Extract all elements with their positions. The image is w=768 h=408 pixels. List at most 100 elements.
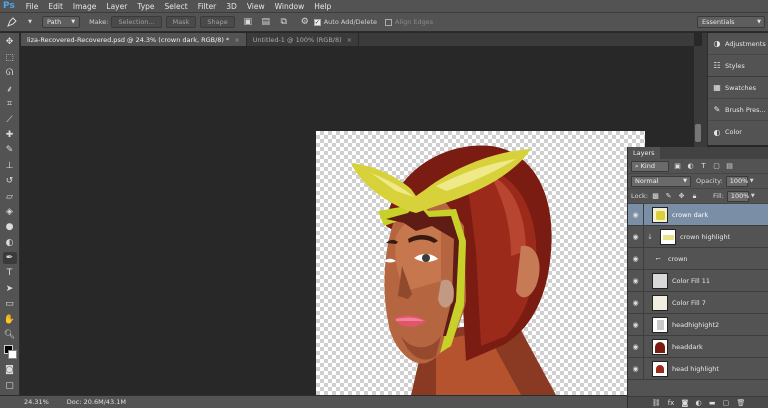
fill-input[interactable]: 100%	[726, 190, 749, 202]
crop-tool-icon[interactable]: ⌗	[3, 98, 17, 110]
shape-tool-icon[interactable]: ▭	[3, 298, 17, 310]
make-shape-button[interactable]: Shape	[200, 16, 235, 28]
path-icon: ⌐	[655, 254, 661, 263]
panel-brush-presets[interactable]: ✎ Brush Pres...	[708, 99, 768, 121]
menu-layer[interactable]: Layer	[101, 2, 132, 11]
layer-row[interactable]: ◉ Color Fill 11	[628, 270, 768, 292]
lock-all-icon[interactable]: 🔒︎	[690, 192, 699, 201]
eye-icon[interactable]: ◉	[628, 248, 644, 269]
pen-mode-select[interactable]: Path ▼	[42, 16, 81, 28]
color-swatches-icon[interactable]	[3, 344, 17, 361]
layer-style-icon[interactable]: fx	[668, 399, 675, 407]
history-brush-tool-icon[interactable]: ↺	[3, 175, 17, 187]
eye-icon[interactable]: ◉	[628, 314, 644, 335]
layer-row[interactable]: ◉ Color Fill 7	[628, 292, 768, 314]
menu-image[interactable]: Image	[68, 2, 102, 11]
marquee-tool-icon[interactable]: ⬚	[3, 51, 17, 63]
menu-help[interactable]: Help	[309, 2, 336, 11]
auto-add-delete-checkbox[interactable]: ✓	[313, 18, 321, 26]
quick-select-tool-icon[interactable]: ⸙	[3, 82, 17, 95]
quick-mask-icon[interactable]: ◙	[3, 364, 17, 376]
menu-view[interactable]: View	[242, 2, 270, 11]
zoom-tool-icon[interactable]: 🔍︎	[3, 329, 17, 341]
add-mask-icon[interactable]: ◙	[682, 399, 689, 407]
link-layers-icon[interactable]: ⛓	[652, 399, 661, 407]
new-group-icon[interactable]: ▬	[709, 399, 716, 407]
panel-swatches[interactable]: ▦ Swatches	[708, 77, 768, 99]
pen-icon[interactable]	[6, 16, 18, 28]
blur-tool-icon[interactable]: ●	[3, 221, 17, 233]
workspace-select[interactable]: Essentials ▼	[697, 16, 765, 28]
make-selection-button[interactable]: Selection...	[111, 16, 162, 28]
lock-pixels-icon[interactable]: ✎	[664, 192, 673, 201]
new-layer-icon[interactable]: ▢	[723, 399, 730, 407]
adjustment-filter-icon[interactable]: ◐	[686, 162, 695, 171]
panel-color[interactable]: ◐ Color	[708, 121, 768, 143]
align-edges-checkbox[interactable]	[385, 18, 393, 26]
menu-filter[interactable]: Filter	[193, 2, 222, 11]
panel-styles[interactable]: ☷ Styles	[708, 55, 768, 77]
brush-tool-icon[interactable]: ✎	[3, 144, 17, 156]
type-filter-icon[interactable]: T	[699, 162, 708, 171]
clone-stamp-tool-icon[interactable]: ⊥	[3, 160, 17, 172]
eye-icon[interactable]: ◉	[628, 292, 644, 313]
eye-icon[interactable]: ◉	[628, 226, 644, 247]
menu-select[interactable]: Select	[160, 2, 193, 11]
layer-row[interactable]: ◉ headdark	[628, 336, 768, 358]
chevron-down-icon[interactable]: ▼	[750, 178, 754, 184]
layer-row[interactable]: ◉ head highlight	[628, 358, 768, 380]
image-filter-icon[interactable]: ▣	[673, 162, 682, 171]
menu-type[interactable]: Type	[132, 2, 159, 11]
layer-filter-select[interactable]: ⌕ Kind	[631, 160, 669, 172]
eye-icon[interactable]: ◉	[628, 358, 644, 379]
canvas-area[interactable]	[21, 46, 694, 395]
type-tool-icon[interactable]: T	[3, 267, 17, 279]
layer-row[interactable]: ◉ ⌐ crown	[628, 248, 768, 270]
tab-untitled-document[interactable]: Untitled-1 @ 100% (RGB/8) ×	[247, 33, 360, 46]
zoom-level[interactable]: 24.31%	[0, 398, 49, 406]
path-operations-icon[interactable]: ▣	[242, 16, 254, 28]
shape-filter-icon[interactable]: ▢	[712, 162, 721, 171]
blend-mode-select[interactable]: Normal ▼	[631, 175, 691, 187]
eye-icon[interactable]: ◉	[628, 204, 644, 225]
close-icon[interactable]: ×	[234, 36, 239, 44]
smart-object-filter-icon[interactable]: ▤	[725, 162, 734, 171]
delete-layer-icon[interactable]: 🗑︎	[736, 399, 745, 407]
tab-liza-document[interactable]: liza-Recovered-Recovered.psd @ 24.3% (cr…	[21, 33, 247, 46]
layer-row[interactable]: ◉ ↓ crown highlight	[628, 226, 768, 248]
path-selection-tool-icon[interactable]: ➤	[3, 283, 17, 295]
hand-tool-icon[interactable]: ✋	[3, 313, 17, 325]
layer-row[interactable]: ◉ headhighight2	[628, 314, 768, 336]
chevron-down-icon[interactable]: ▼	[751, 193, 755, 199]
opacity-input[interactable]: 100%	[725, 175, 748, 187]
dodge-tool-icon[interactable]: ◐	[3, 237, 17, 249]
make-mask-button[interactable]: Mask	[165, 16, 197, 28]
document-canvas[interactable]	[316, 131, 645, 395]
lock-position-icon[interactable]: ✥	[677, 192, 686, 201]
pen-tool-icon[interactable]: ✒	[2, 251, 17, 265]
panel-adjustments[interactable]: ◑ Adjustments	[708, 33, 768, 55]
move-tool-icon[interactable]: ✥	[3, 36, 17, 48]
gear-icon[interactable]: ⚙	[299, 16, 311, 28]
eraser-tool-icon[interactable]: ▱	[3, 190, 17, 202]
screen-mode-icon[interactable]: ▢	[3, 380, 17, 392]
path-arrangement-icon[interactable]: ⧉	[278, 16, 290, 28]
menu-file[interactable]: File	[21, 2, 44, 11]
menu-3d[interactable]: 3D	[221, 2, 242, 11]
adjustment-layer-icon[interactable]: ◐	[696, 399, 702, 407]
layer-row[interactable]: ◉ crown dark	[628, 204, 768, 226]
healing-brush-tool-icon[interactable]: ✚	[3, 129, 17, 141]
menu-window[interactable]: Window	[270, 2, 310, 11]
chevron-down-icon[interactable]: ▼	[24, 16, 36, 28]
close-icon[interactable]: ×	[347, 36, 352, 44]
paint-bucket-tool-icon[interactable]: ◈	[3, 206, 17, 218]
eye-icon[interactable]: ◉	[628, 336, 644, 357]
lasso-tool-icon[interactable]: ᘏ	[3, 67, 17, 79]
lock-transparency-icon[interactable]: ▩	[651, 192, 660, 201]
eyedropper-tool-icon[interactable]: ⟋	[3, 114, 17, 126]
eye-icon[interactable]: ◉	[628, 270, 644, 291]
path-alignment-icon[interactable]: ▤	[260, 16, 272, 28]
menu-edit[interactable]: Edit	[43, 2, 68, 11]
scroll-thumb[interactable]	[695, 124, 701, 142]
tab-layers[interactable]: Layers	[628, 147, 660, 159]
